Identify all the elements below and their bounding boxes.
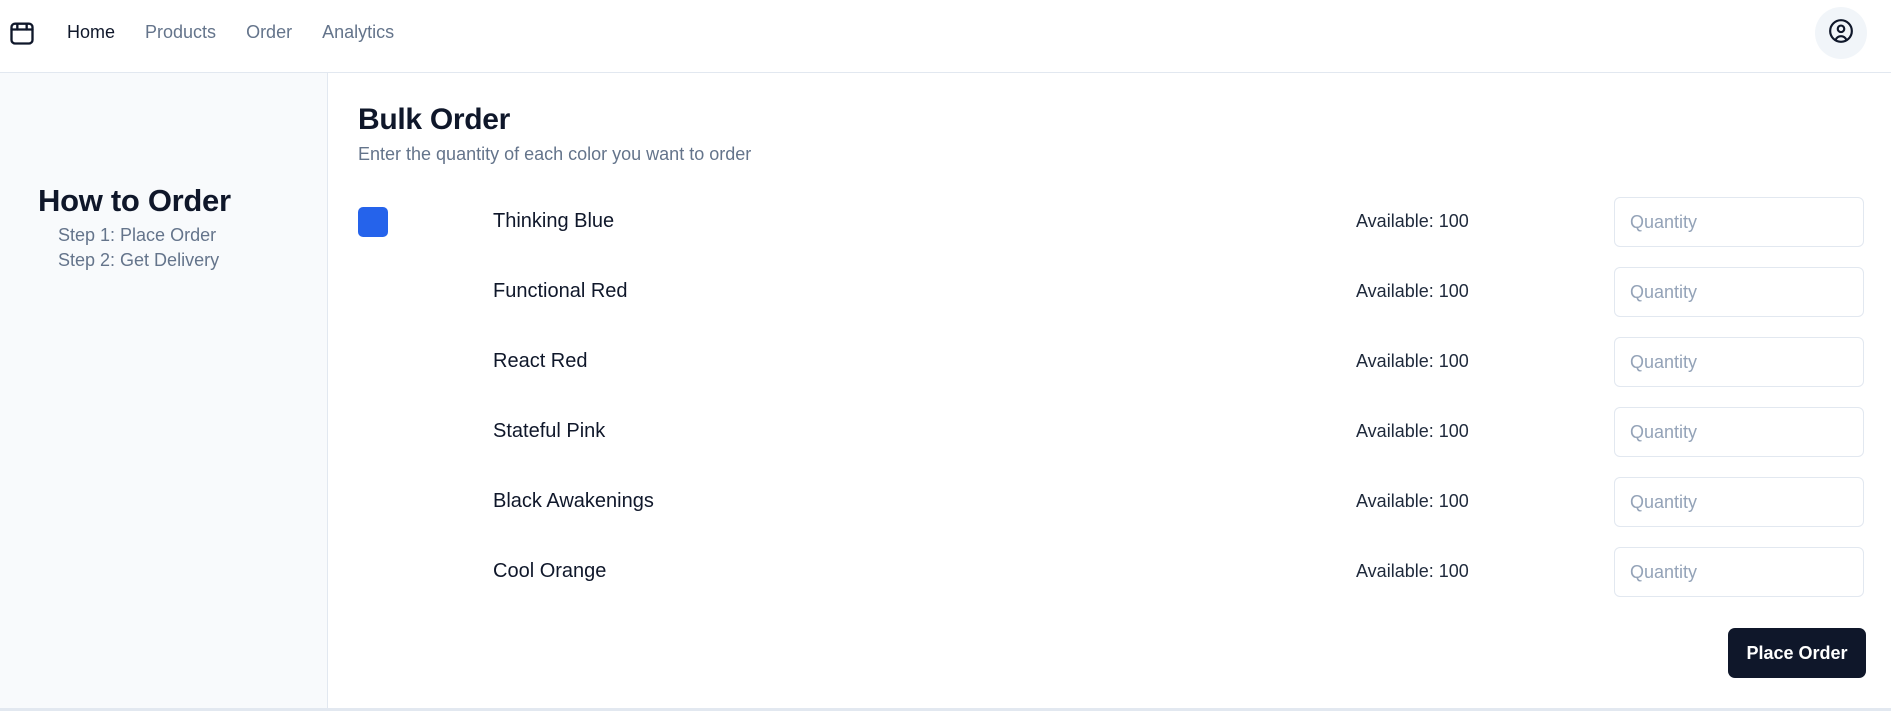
- color-name: Thinking Blue: [493, 210, 615, 232]
- availability-text: Available: 100: [1356, 491, 1469, 511]
- color-name: Cool Orange: [493, 560, 607, 582]
- sidebar-step: Step 1: Place Order: [58, 225, 217, 245]
- color-swatch: [358, 557, 388, 587]
- color-name: Functional Red: [493, 280, 628, 302]
- quantity-input[interactable]: [1614, 337, 1864, 387]
- user-menu-button[interactable]: [1815, 7, 1867, 59]
- product-row: Black Awakenings Available: 100: [358, 477, 1866, 527]
- place-order-button[interactable]: Place Order: [1728, 628, 1866, 678]
- shopping-bag-icon[interactable]: [8, 19, 36, 47]
- quantity-input[interactable]: [1614, 267, 1864, 317]
- availability-text: Available: 100: [1356, 561, 1469, 581]
- quantity-input[interactable]: [1614, 547, 1864, 597]
- quantity-input[interactable]: [1614, 477, 1864, 527]
- color-swatch: [358, 487, 388, 517]
- quantity-input[interactable]: [1614, 407, 1864, 457]
- color-swatch: [358, 207, 388, 237]
- product-row: Functional Red Available: 100: [358, 267, 1866, 317]
- availability-text: Available: 100: [1356, 351, 1469, 371]
- product-row: Cool Orange Available: 100: [358, 547, 1866, 597]
- main-nav: Home Products Order Analytics: [67, 0, 394, 65]
- page-title: Bulk Order: [358, 103, 511, 136]
- nav-link-products[interactable]: Products: [145, 22, 216, 43]
- nav-link-analytics[interactable]: Analytics: [322, 22, 394, 43]
- sidebar-title: How to Order: [38, 183, 231, 218]
- product-row: React Red Available: 100: [358, 337, 1866, 387]
- product-row: Thinking Blue Available: 100: [358, 197, 1866, 247]
- availability-text: Available: 100: [1356, 211, 1469, 231]
- sidebar: How to Order Step 1: Place Order Step 2:…: [0, 73, 328, 708]
- availability-text: Available: 100: [1356, 421, 1469, 441]
- color-swatch: [358, 347, 388, 377]
- color-name: Black Awakenings: [493, 490, 654, 512]
- nav-link-home[interactable]: Home: [67, 22, 115, 43]
- color-name: React Red: [493, 350, 588, 372]
- page-subtitle: Enter the quantity of each color you wan…: [358, 144, 752, 164]
- availability-text: Available: 100: [1356, 281, 1469, 301]
- quantity-input[interactable]: [1614, 197, 1864, 247]
- product-row: Stateful Pink Available: 100: [358, 407, 1866, 457]
- bulk-order-panel: Bulk Order Enter the quantity of each co…: [329, 73, 1891, 708]
- top-navigation-bar: Home Products Order Analytics: [0, 0, 1891, 73]
- user-circle-icon: [1828, 18, 1854, 49]
- color-swatch: [358, 277, 388, 307]
- color-swatch: [358, 417, 388, 447]
- color-name: Stateful Pink: [493, 420, 606, 442]
- sidebar-step: Step 2: Get Delivery: [58, 250, 220, 270]
- nav-link-order[interactable]: Order: [246, 22, 292, 43]
